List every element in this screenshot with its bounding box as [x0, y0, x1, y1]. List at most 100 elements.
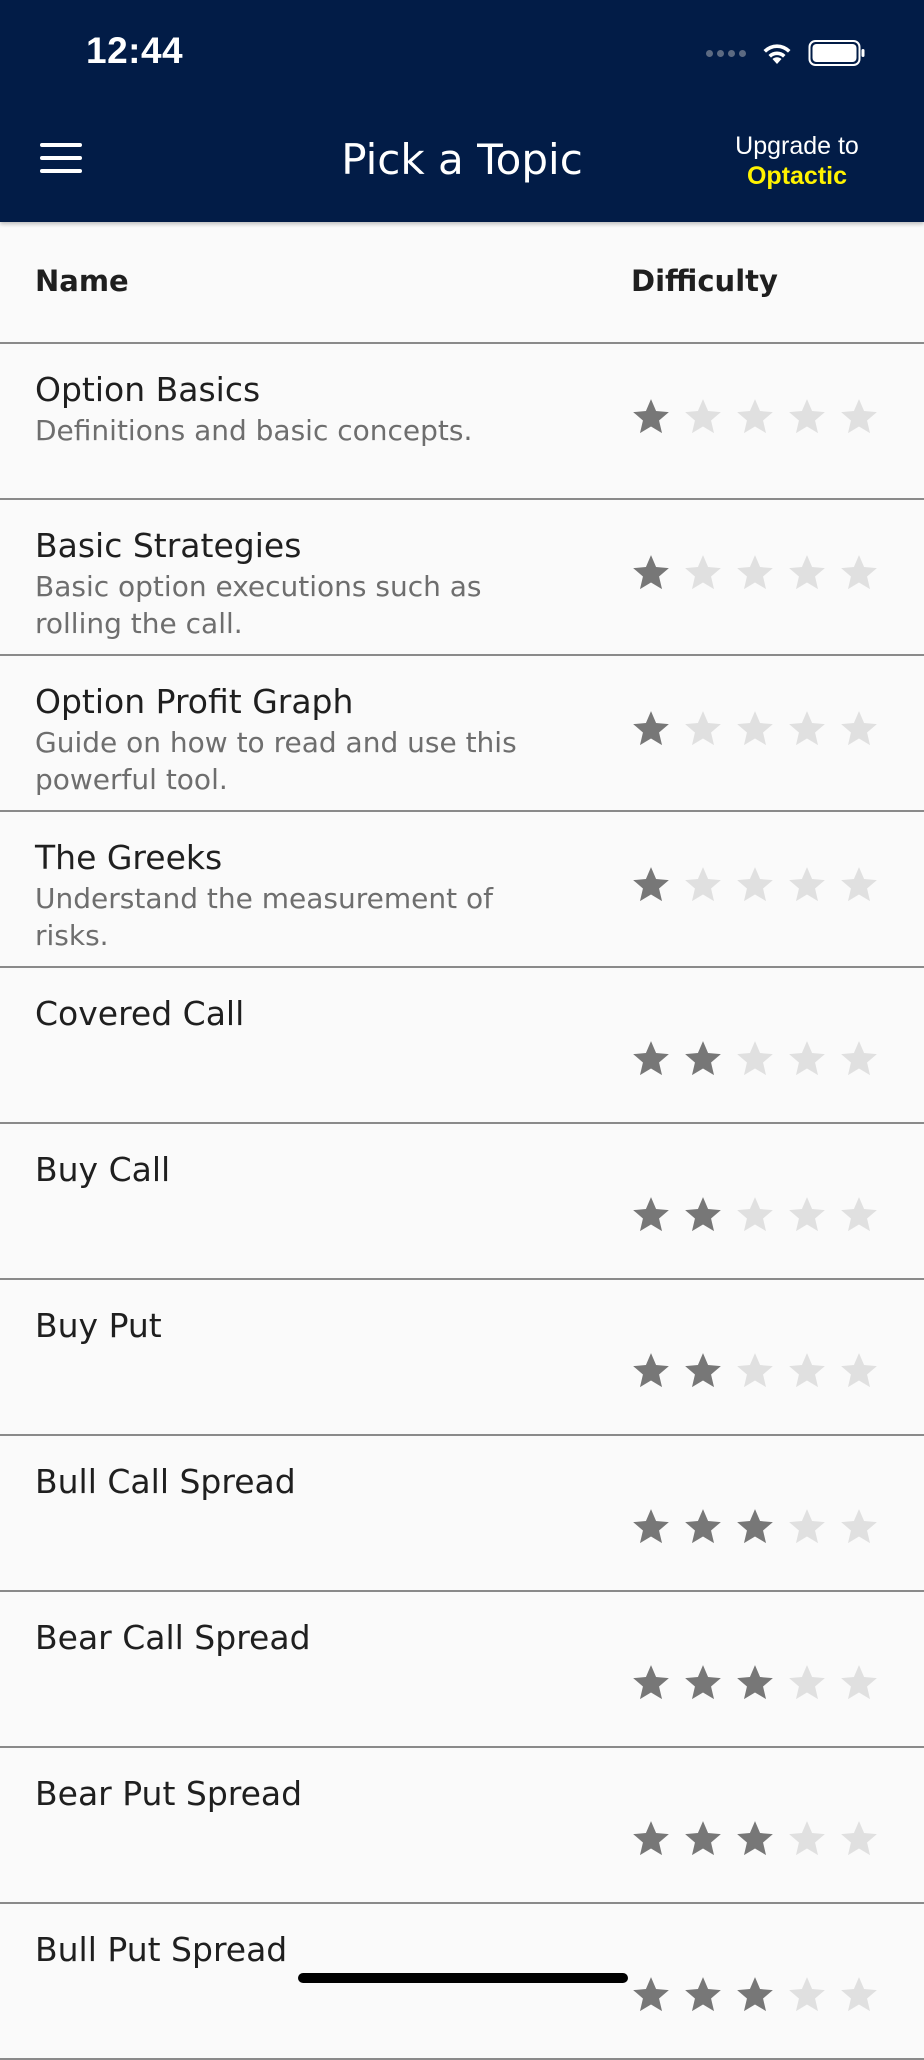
topic-row[interactable]: Option Profit Graph Guide on how to read …: [0, 656, 924, 812]
star-empty-icon: [841, 399, 877, 434]
star-filled-icon: [633, 1821, 669, 1856]
topic-row[interactable]: Basic Strategies Basic option executions …: [0, 500, 924, 656]
star-empty-icon: [737, 1353, 773, 1388]
star-empty-icon: [685, 867, 721, 902]
star-filled-icon: [633, 1977, 669, 2012]
difficulty-rating: [630, 396, 880, 438]
star-filled-icon: [633, 1353, 669, 1388]
star-empty-icon: [737, 867, 773, 902]
star-filled-icon: [685, 1353, 721, 1388]
topic-row[interactable]: Bear Call Spread: [0, 1592, 924, 1748]
star-empty-icon: [685, 555, 721, 590]
topic-description: Understand the measurement of risks.: [35, 882, 493, 952]
star-filled-icon: [685, 1197, 721, 1232]
star-empty-icon: [789, 867, 825, 902]
upgrade-label: Upgrade to: [735, 132, 859, 160]
topic-title: Bull Call Spread: [35, 1462, 296, 1501]
star-filled-icon: [685, 1977, 721, 2012]
topic-row[interactable]: Covered Call: [0, 968, 924, 1124]
star-empty-icon: [737, 1041, 773, 1076]
star-filled-icon: [685, 1665, 721, 1700]
star-filled-icon: [737, 1509, 773, 1544]
topic-description: Guide on how to read and use this powerf…: [35, 726, 517, 796]
topic-title: Buy Call: [35, 1150, 171, 1189]
upgrade-product-name: Optactic: [746, 162, 848, 190]
difficulty-rating: [630, 1662, 880, 1704]
cellular-signal-icon: [706, 49, 746, 57]
star-empty-icon: [841, 1665, 877, 1700]
star-filled-icon: [737, 1977, 773, 2012]
star-empty-icon: [789, 1821, 825, 1856]
difficulty-rating: [630, 1506, 880, 1548]
star-filled-icon: [633, 711, 669, 746]
star-empty-icon: [841, 867, 877, 902]
status-icons: [706, 34, 866, 72]
star-empty-icon: [789, 1197, 825, 1232]
star-filled-icon: [633, 1509, 669, 1544]
star-filled-icon: [685, 1821, 721, 1856]
column-header-difficulty: Difficulty: [631, 264, 778, 298]
upgrade-button[interactable]: Upgrade to Optactic: [722, 131, 872, 191]
topic-row[interactable]: Bear Put Spread: [0, 1748, 924, 1904]
difficulty-rating: [630, 1350, 880, 1392]
star-empty-icon: [841, 1821, 877, 1856]
topic-row[interactable]: Option Basics Definitions and basic conce…: [0, 344, 924, 500]
topic-title: Covered Call: [35, 994, 245, 1033]
star-empty-icon: [789, 1977, 825, 2012]
table-header: Name Difficulty: [0, 222, 924, 344]
star-empty-icon: [789, 399, 825, 434]
topic-row[interactable]: The Greeks Understand the measurement of …: [0, 812, 924, 968]
star-filled-icon: [633, 867, 669, 902]
difficulty-rating: [630, 864, 880, 906]
star-empty-icon: [789, 1041, 825, 1076]
hamburger-menu-icon[interactable]: [40, 143, 82, 173]
topic-list: Option Basics Definitions and basic conce…: [0, 344, 924, 2060]
star-empty-icon: [789, 555, 825, 590]
topic-title: Bear Put Spread: [35, 1774, 303, 1813]
star-empty-icon: [685, 711, 721, 746]
topic-row[interactable]: Bull Call Spread: [0, 1436, 924, 1592]
star-empty-icon: [841, 1041, 877, 1076]
star-empty-icon: [841, 555, 877, 590]
star-empty-icon: [841, 711, 877, 746]
star-empty-icon: [789, 1665, 825, 1700]
star-filled-icon: [685, 1509, 721, 1544]
difficulty-rating: [630, 708, 880, 750]
topic-title: Basic Strategies: [35, 526, 302, 565]
star-empty-icon: [685, 399, 721, 434]
star-empty-icon: [789, 711, 825, 746]
star-filled-icon: [633, 399, 669, 434]
difficulty-rating: [630, 1818, 880, 1860]
star-empty-icon: [737, 555, 773, 590]
column-header-name: Name: [35, 264, 129, 298]
star-empty-icon: [841, 1977, 877, 2012]
status-time: 12:44: [86, 30, 184, 71]
star-empty-icon: [737, 1197, 773, 1232]
star-filled-icon: [685, 1041, 721, 1076]
topic-row[interactable]: Buy Call: [0, 1124, 924, 1280]
star-empty-icon: [737, 711, 773, 746]
difficulty-rating: [630, 1194, 880, 1236]
star-filled-icon: [633, 1665, 669, 1700]
topic-description: Basic option executions such as rolling …: [35, 570, 482, 640]
star-empty-icon: [841, 1509, 877, 1544]
topic-row[interactable]: Buy Put: [0, 1280, 924, 1436]
topic-title: Buy Put: [35, 1306, 162, 1345]
topic-title: Bull Put Spread: [35, 1930, 288, 1969]
star-filled-icon: [737, 1665, 773, 1700]
topic-title: The Greeks: [35, 838, 223, 877]
battery-icon: [808, 40, 865, 66]
star-filled-icon: [633, 1041, 669, 1076]
difficulty-rating: [630, 1038, 880, 1080]
difficulty-rating: [630, 1974, 880, 2016]
topic-title: Option Basics: [35, 370, 261, 409]
home-indicator[interactable]: [298, 1973, 628, 1983]
difficulty-rating: [630, 552, 880, 594]
topic-title: Bear Call Spread: [35, 1618, 311, 1657]
star-empty-icon: [737, 399, 773, 434]
star-filled-icon: [633, 555, 669, 590]
star-empty-icon: [841, 1353, 877, 1388]
wifi-icon: [763, 44, 791, 64]
star-empty-icon: [841, 1197, 877, 1232]
topic-description: Definitions and basic concepts.: [35, 414, 473, 447]
